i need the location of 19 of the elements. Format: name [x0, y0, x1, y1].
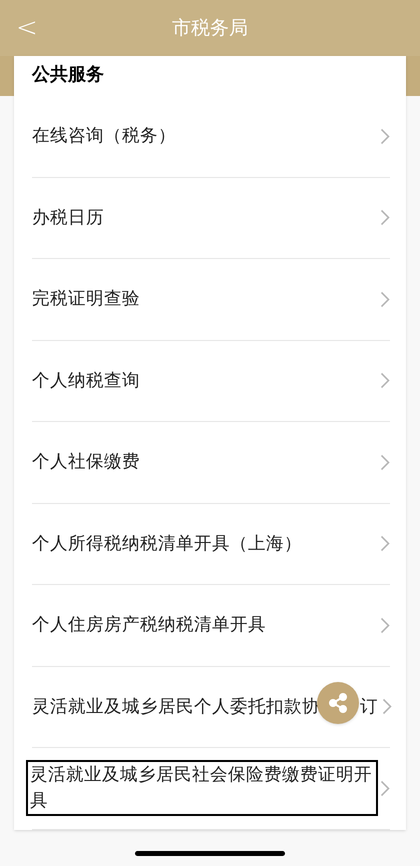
- service-label: 办税日历: [32, 206, 105, 230]
- service-item[interactable]: 完税证明查验: [32, 259, 390, 340]
- service-label: 个人所得税纳税清单开具（上海）: [32, 532, 303, 556]
- service-item[interactable]: 个人所得税纳税清单开具（上海）: [32, 504, 390, 585]
- section-title: 公共服务: [30, 63, 105, 87]
- service-item[interactable]: 灵活就业及城乡居民社会保险费缴费证明开具: [32, 748, 390, 830]
- service-label: 个人社保缴费: [32, 451, 141, 474]
- service-label: 个人纳税查询: [32, 370, 141, 393]
- service-item[interactable]: 个人住房房产税纳税清单开具: [32, 585, 390, 666]
- service-item[interactable]: 个人社保缴费: [32, 422, 390, 504]
- service-item[interactable]: 办税日历: [32, 178, 390, 259]
- service-label-end: 订: [360, 696, 378, 719]
- service-item[interactable]: 在线咨询（税务）: [32, 96, 390, 178]
- service-label: 在线咨询（税务）: [32, 125, 177, 148]
- service-label: 灵活就业及城乡居民个人委托扣款协: [32, 696, 320, 719]
- service-label: 完税证明查验: [32, 288, 141, 312]
- service-label: 个人住房房产税纳税清单开具: [32, 614, 267, 638]
- service-item[interactable]: 个人纳税查询: [32, 340, 390, 422]
- page-title: 市税务局: [172, 16, 248, 41]
